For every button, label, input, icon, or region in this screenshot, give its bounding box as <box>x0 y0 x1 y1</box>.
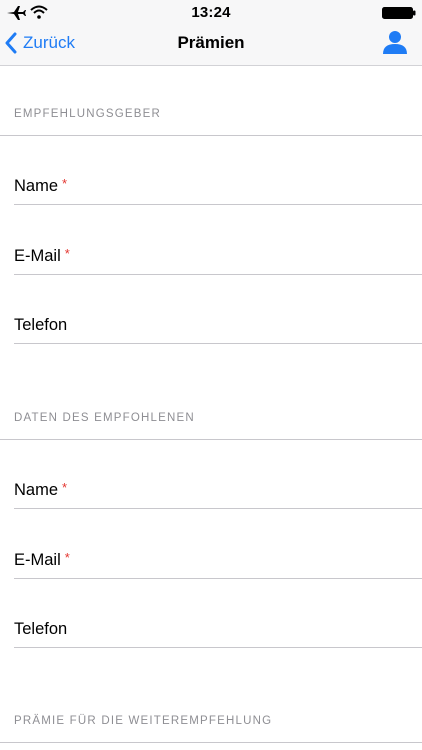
field-label-wrapper: Telefon <box>14 620 67 639</box>
top-bar: 13:24 Zurück Prämien <box>0 0 422 66</box>
referee-name-field[interactable]: Name * <box>14 456 422 509</box>
section-divider <box>0 742 422 743</box>
referrer-phone-field[interactable]: Telefon <box>14 291 422 344</box>
field-label-wrapper: Name * <box>14 480 68 500</box>
field-label-wrapper: E-Mail * <box>14 550 70 570</box>
field-label: E-Mail <box>14 247 61 265</box>
navigation-bar: Zurück Prämien <box>0 26 422 64</box>
section-divider <box>0 135 422 136</box>
section-divider <box>0 439 422 440</box>
required-marker: * <box>64 550 70 565</box>
field-label: Telefon <box>14 316 68 334</box>
battery-icon <box>382 7 416 19</box>
person-icon[interactable] <box>382 29 408 55</box>
field-label: Name <box>14 481 59 499</box>
field-label-wrapper: Telefon <box>14 316 67 335</box>
field-label: Telefon <box>14 620 68 638</box>
field-label: E-Mail <box>14 551 61 569</box>
required-marker: * <box>62 480 68 495</box>
required-marker: * <box>62 176 68 191</box>
referrer-name-field[interactable]: Name * <box>14 152 422 205</box>
section-header-praemie: PRÄMIE FÜR DIE WEITEREMPFEHLUNG <box>14 715 273 727</box>
required-marker: * <box>64 246 70 261</box>
field-label: Name <box>14 177 59 195</box>
referee-phone-field[interactable]: Telefon <box>14 595 422 648</box>
referee-email-field[interactable]: E-Mail * <box>14 526 422 579</box>
section-header-daten-des-empfohlenen: DATEN DES EMPFOHLENEN <box>14 412 195 424</box>
status-time: 13:24 <box>191 4 231 21</box>
section-header-empfehlungsgeber: EMPFEHLUNGSGEBER <box>14 108 162 120</box>
field-label-wrapper: Name * <box>14 176 68 196</box>
referrer-email-field[interactable]: E-Mail * <box>14 222 422 275</box>
status-bar: 13:24 <box>0 0 422 26</box>
field-label-wrapper: E-Mail * <box>14 246 70 266</box>
page-title: Prämien <box>177 33 245 52</box>
